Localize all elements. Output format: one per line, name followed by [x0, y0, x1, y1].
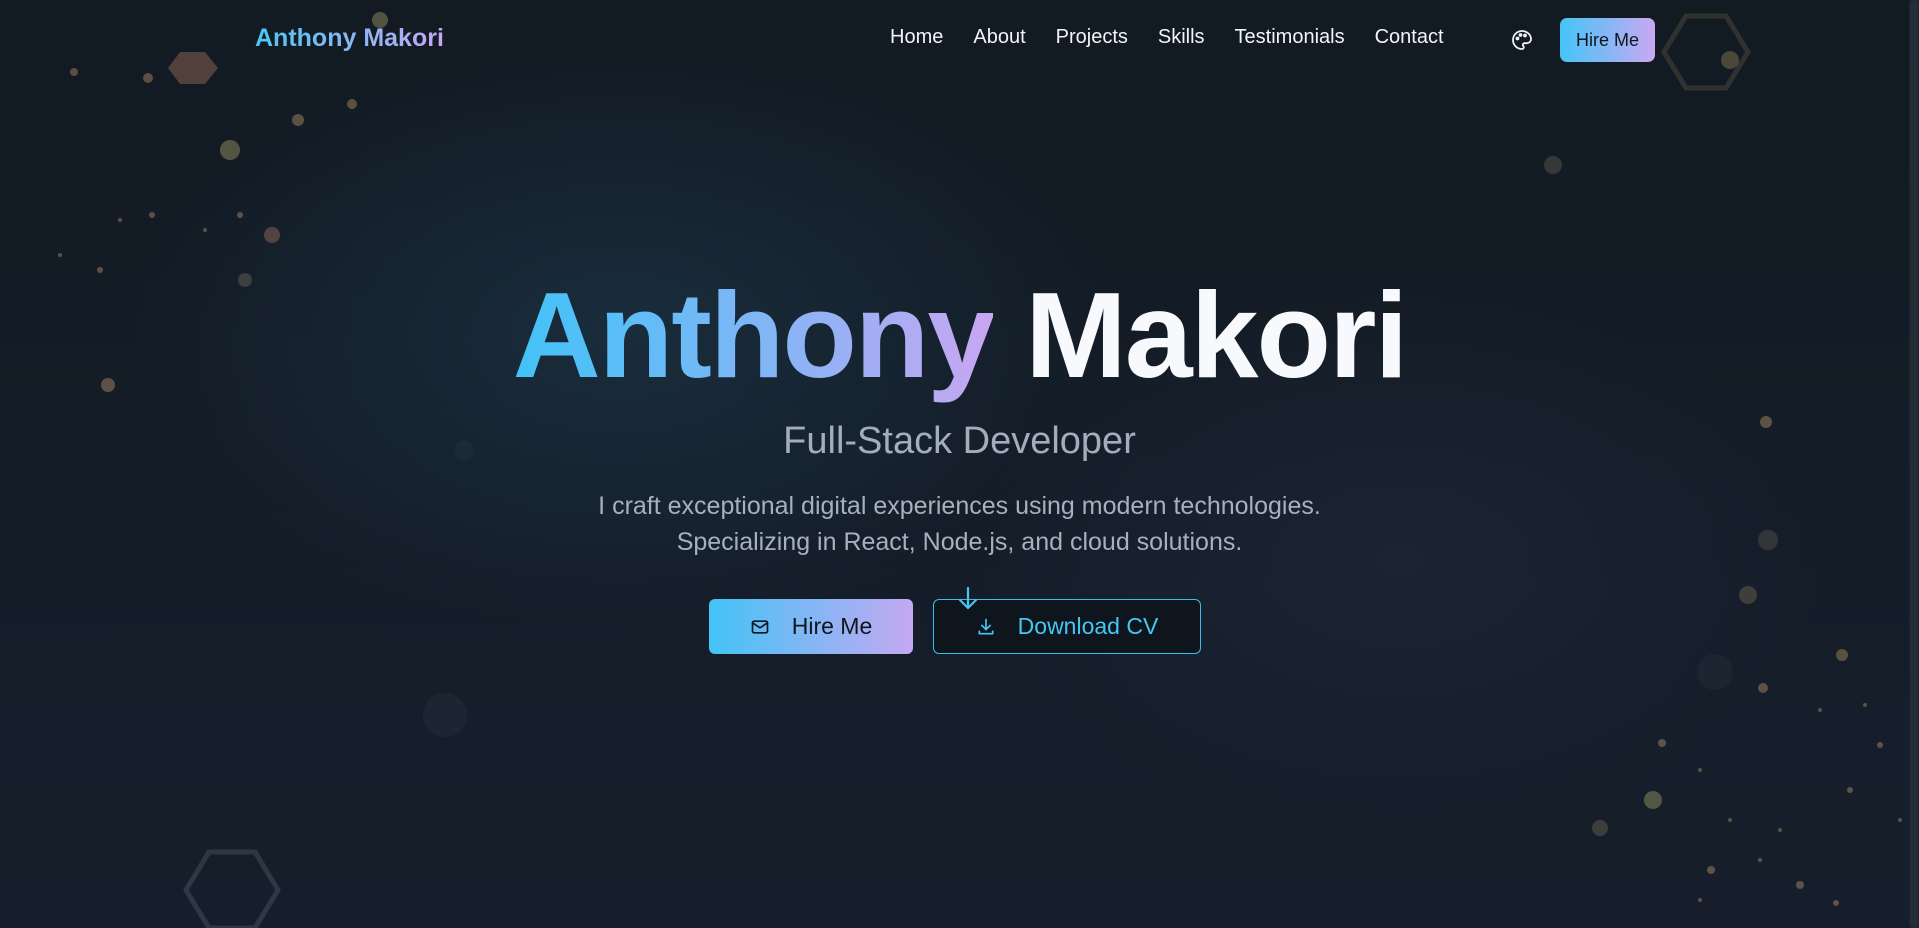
- top-navbar: Anthony Makori Home About Projects Skill…: [0, 0, 1919, 80]
- nav-link-skills[interactable]: Skills: [1158, 26, 1205, 49]
- hero-hire-me-label: Hire Me: [791, 613, 873, 639]
- nav-link-about[interactable]: About: [973, 26, 1025, 49]
- hero-last-name: Makori: [1025, 267, 1408, 403]
- nav-link-projects[interactable]: Projects: [1056, 26, 1128, 49]
- palette-icon: [1512, 30, 1532, 50]
- hero-description-line-2: Specializing in React, Node.js, and clou…: [676, 528, 1243, 556]
- nav-link-home[interactable]: Home: [890, 26, 943, 49]
- hero-title: Anthony Makori: [0, 270, 1919, 400]
- hero-cta-row: Hire Me Download CV: [709, 586, 1201, 654]
- page: Anthony Makori Home About Projects Skill…: [0, 0, 1919, 928]
- mail-icon: [750, 617, 770, 637]
- nav-link-testimonials[interactable]: Testimonials: [1235, 26, 1345, 49]
- nav-link-contact[interactable]: Contact: [1375, 26, 1444, 49]
- download-icon: [976, 617, 996, 637]
- download-cv-label: Download CV: [1017, 613, 1159, 639]
- arrow-down-icon: [958, 586, 978, 610]
- scrollbar-thumb[interactable]: [1910, 0, 1918, 928]
- brand-logo[interactable]: Anthony Makori: [255, 24, 444, 53]
- hero-description-line-1: I craft exceptional digital experiences …: [598, 492, 1321, 520]
- hero-hire-me-button[interactable]: Hire Me: [709, 599, 913, 654]
- download-cv-button[interactable]: Download CV: [933, 586, 1201, 654]
- background-particles: [58, 12, 1902, 928]
- nav-links: Home About Projects Skills Testimonials …: [890, 26, 1444, 49]
- nav-hire-me-button[interactable]: Hire Me: [1560, 18, 1655, 62]
- hero-first-name: Anthony: [512, 267, 996, 403]
- theme-palette-button[interactable]: [1510, 28, 1534, 52]
- page-scrollbar[interactable]: [1909, 0, 1919, 928]
- hero-subtitle: Full-Stack Developer: [783, 420, 1136, 462]
- hero-description: I craft exceptional digital experiences …: [0, 488, 1919, 560]
